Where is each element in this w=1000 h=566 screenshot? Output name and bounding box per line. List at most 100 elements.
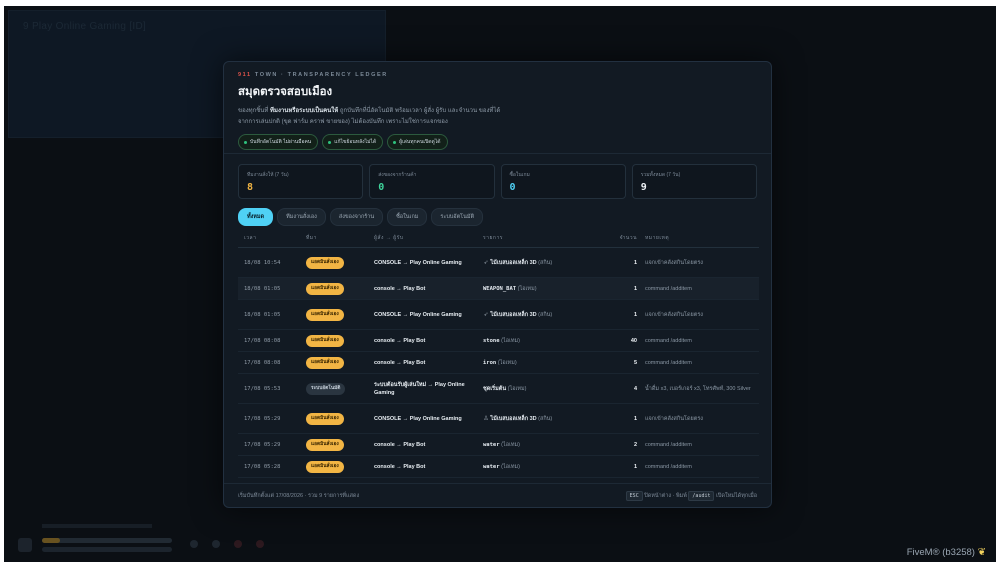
audit-command: /audit xyxy=(688,490,715,501)
row-source: แอดมินสั่งเอง xyxy=(306,433,374,456)
filter-staff[interactable]: ทีมงานสั่งเอง xyxy=(277,208,326,226)
green-dot-icon xyxy=(244,140,247,144)
source-badge: แอดมินสั่งเอง xyxy=(306,356,344,369)
col-flow: ผู้สั่ง → ผู้รับ xyxy=(374,234,483,248)
col-qty: จำนวน xyxy=(613,234,645,248)
col-note: หมายเหตุ xyxy=(645,234,759,248)
table-row[interactable]: 18/08 01:05 แอดมินสั่งเอง CONSOLE → Play O… xyxy=(238,299,759,330)
table-row[interactable]: 18/08 10:54 แอดมินสั่งเอง CONSOLE → Play O… xyxy=(238,247,759,278)
source-badge: แอดมินสั่งเอง xyxy=(306,460,344,473)
armor-bar xyxy=(42,547,172,552)
item-icon: ➶ xyxy=(483,259,489,266)
row-time: 17/08 05:29 xyxy=(238,403,306,434)
ledger-title: สมุดตรวจสอบเมือง xyxy=(238,86,333,98)
stat-staff-given: ทีมงานสั่งให้ (7 วัน) 8 xyxy=(238,164,364,199)
row-qty: 1 xyxy=(613,277,645,300)
tag-immutable: แก้ไขย้อนหลังไม่ได้ xyxy=(322,134,384,150)
ledger-footer: เริ่มบันทึกตั้งแต่ 17/08/2026 · รวม 9 รา… xyxy=(224,483,771,507)
table-header: เวลา ที่มา ผู้สั่ง → ผู้รับ รายการ จำนวน… xyxy=(238,234,759,248)
table-row[interactable]: 17/08 05:29 แอดมินสั่งเอง CONSOLE → Play O… xyxy=(238,403,759,434)
table-row[interactable]: 17/08 08:08 แอดมินสั่งเอง console → Play B… xyxy=(238,329,759,352)
table-row[interactable]: 17/08 08:08 แอดมินสั่งเอง console → Play B… xyxy=(238,351,759,374)
stats-row: ทีมงานสั่งให้ (7 วัน) 8 ส่งของจากร้านค้า 0… xyxy=(224,154,771,199)
row-flow: ระบบต้อนรับผู้เล่นใหม่ → Play Online Gam… xyxy=(374,373,483,404)
row-qty: 2 xyxy=(613,433,645,456)
row-note: command /additem xyxy=(645,455,759,478)
esc-key[interactable]: ESC xyxy=(625,490,643,501)
game-screen: 9 Play Online Gaming [ID] FiveM® (b3258)… xyxy=(4,6,996,562)
row-qty: 1 xyxy=(613,455,645,478)
col-item: รายการ xyxy=(483,234,613,248)
row-note: น้ำดื่ม x3, เบอร์เกอร์ x3, โทรศัพท์, 300… xyxy=(645,373,759,404)
col-time: เวลา xyxy=(238,234,306,248)
ledger-header: 911 TOWN · TRANSPARENCY LEDGER สมุดตรวจส… xyxy=(224,62,771,154)
source-badge: แอดมินสั่งเอง xyxy=(306,334,344,347)
filter-shop[interactable]: ส่งของจากร้าน xyxy=(329,208,384,226)
row-qty: 40 xyxy=(613,329,645,352)
row-item: iron (ไอเทม) xyxy=(483,351,613,374)
filter-auto[interactable]: ระบบอัตโนมัติ xyxy=(431,208,484,226)
filter-tabs: ทั้งหมด ทีมงานสั่งเอง ส่งของจากร้าน ซื้อ… xyxy=(224,199,771,226)
row-source: แอดมินสั่งเอง xyxy=(306,455,374,478)
row-time: 17/08 08:08 xyxy=(238,351,306,374)
source-badge: แอดมินสั่งเอง xyxy=(306,412,344,425)
hud-icon xyxy=(18,538,32,552)
filter-ingame[interactable]: ซื้อในเกม xyxy=(387,208,428,226)
row-time: 17/08 05:28 xyxy=(238,455,306,478)
table-row[interactable]: 17/08 05:28 แอดมินสั่งเอง console → Play B… xyxy=(238,455,759,478)
tag-public: ผู้เล่นทุกคนเปิดดูได้ xyxy=(387,134,448,150)
player-hud xyxy=(18,516,268,556)
source-badge: แอดมินสั่งเอง xyxy=(306,282,344,295)
source-badge: แอดมินสั่งเอง xyxy=(306,438,344,451)
ledger-table: เวลา ที่มา ผู้สั่ง → ผู้รับ รายการ จำนวน… xyxy=(238,234,759,478)
row-flow: console → Play Bot xyxy=(374,351,483,374)
row-flow: console → Play Bot xyxy=(374,433,483,456)
row-item: WEAPON_BAT (ไอเทม) xyxy=(483,277,613,300)
stat-ingame-purchase: ซื้อในเกม 0 xyxy=(500,164,626,199)
row-source: แอดมินสั่งเอง xyxy=(306,351,374,374)
row-source: แอดมินสั่งเอง xyxy=(306,277,374,300)
stat-shop-delivery: ส่งของจากร้านค้า 0 xyxy=(369,164,495,199)
row-flow: CONSOLE → Play Online Gaming xyxy=(374,247,483,278)
source-badge: แอดมินสั่งเอง xyxy=(306,256,344,269)
green-dot-icon xyxy=(393,140,397,144)
row-source: แอดมินสั่งเอง xyxy=(306,247,374,278)
ledger-tags: บันทึกอัตโนมัติ ไม่ผ่านมือคน แก้ไขย้อนหล… xyxy=(238,134,757,150)
hud-dot-icon xyxy=(212,540,220,548)
footer-hint: ESC ปิดหน้าต่าง · พิมพ์ /audit เปิดใหม่ไ… xyxy=(625,490,757,501)
item-icon: ♙ xyxy=(483,415,489,422)
row-item: ♙ ไม้เบสบอลเหล็ก 3D (สกิน) xyxy=(483,403,613,434)
row-note: แจกเข้าคลังสกินโดยตรง xyxy=(645,299,759,330)
row-source: แอดมินสั่งเอง xyxy=(306,299,374,330)
row-flow: CONSOLE → Play Online Gaming xyxy=(374,299,483,330)
row-note: command /additem xyxy=(645,351,759,374)
footer-summary: เริ่มบันทึกตั้งแต่ 17/08/2026 · รวม 9 รา… xyxy=(238,492,360,499)
source-badge: แอดมินสั่งเอง xyxy=(306,308,344,321)
row-time: 18/08 01:05 xyxy=(238,299,306,330)
row-item: stone (ไอเทม) xyxy=(483,329,613,352)
hud-dot-icon xyxy=(234,540,242,548)
hud-dot-icon xyxy=(190,540,198,548)
tag-auto-recorded: บันทึกอัตโนมัติ ไม่ผ่านมือคน xyxy=(238,134,319,150)
hud-dot-icon xyxy=(256,540,264,548)
row-time: 17/08 05:53 xyxy=(238,373,306,404)
background-panel-title: 9 Play Online Gaming [ID] xyxy=(23,21,147,32)
ledger-eyebrow: 911 TOWN · TRANSPARENCY LEDGER xyxy=(238,72,388,78)
item-icon: ➶ xyxy=(483,311,489,318)
row-item: ชุดเริ่มต้น (ไอเทม) xyxy=(483,373,613,404)
ledger-modal: 911 TOWN · TRANSPARENCY LEDGER สมุดตรวจส… xyxy=(223,61,772,508)
row-qty: 1 xyxy=(613,403,645,434)
row-time: 17/08 05:29 xyxy=(238,433,306,456)
row-flow: console → Play Bot xyxy=(374,329,483,352)
row-time: 18/08 01:05 xyxy=(238,277,306,300)
row-flow: console → Play Bot xyxy=(374,277,483,300)
table-row[interactable]: 17/08 05:53 ระบบอัตโนมัติ ระบบต้อนรับผู้เล… xyxy=(238,373,759,404)
row-source: แอดมินสั่งเอง xyxy=(306,403,374,434)
table-row[interactable]: 18/08 01:05 แอดมินสั่งเอง console → Play B… xyxy=(238,277,759,300)
stat-total: รวมทั้งหมด (7 วัน) 9 xyxy=(631,164,757,199)
row-note: command /additem xyxy=(645,433,759,456)
table-row[interactable]: 17/08 05:29 แอดมินสั่งเอง console → Play B… xyxy=(238,433,759,456)
filter-all[interactable]: ทั้งหมด xyxy=(238,208,274,226)
row-item: water (ไอเทม) xyxy=(483,433,613,456)
fivem-leaf-icon: ❦ xyxy=(977,547,986,558)
